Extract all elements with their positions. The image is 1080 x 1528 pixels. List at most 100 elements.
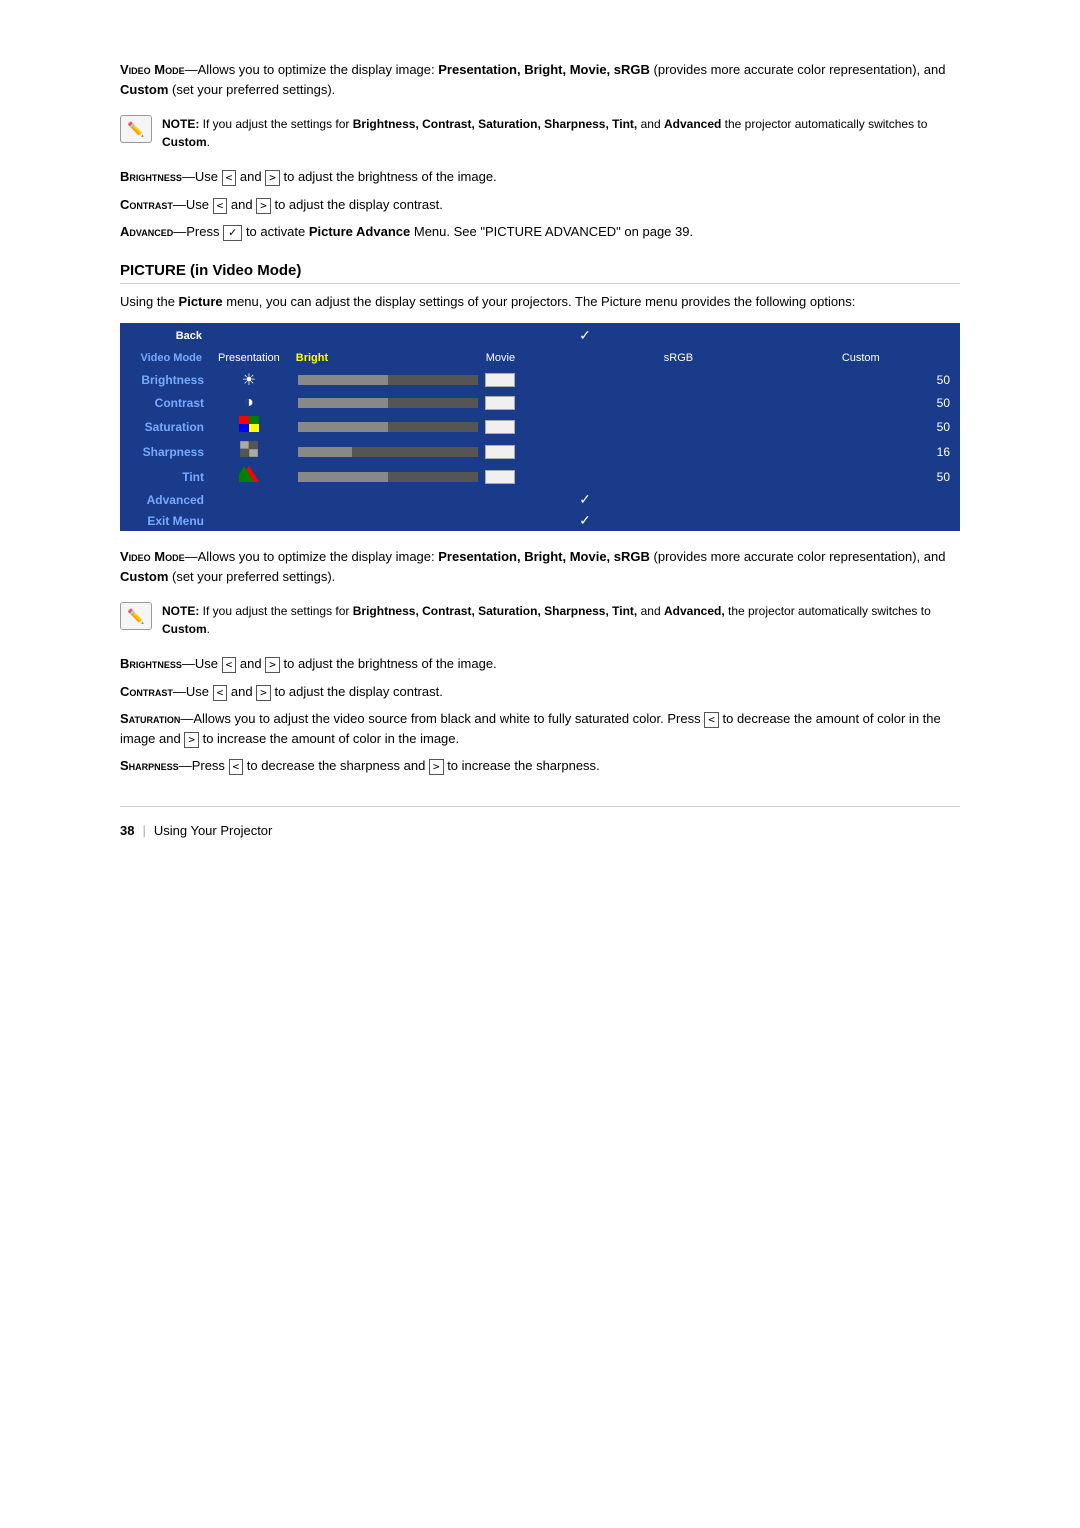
col-movie: Movie bbox=[478, 348, 656, 368]
sharpness-para: Sharpness—Press < to decrease the sharpn… bbox=[120, 756, 960, 776]
brightness-value-box bbox=[485, 373, 515, 387]
saturation-label: Saturation bbox=[120, 711, 180, 726]
left-arrow-1: < bbox=[222, 170, 237, 186]
brightness-row-label: Brightness bbox=[120, 368, 210, 392]
saturation-value: 50 bbox=[834, 414, 960, 439]
sharpness-value: 16 bbox=[834, 439, 960, 464]
brightness-para-1: Brightness—Use < and > to adjust the bri… bbox=[120, 167, 960, 187]
page-number: 38 bbox=[120, 823, 134, 838]
tint-row: Tint 50 bbox=[120, 464, 960, 489]
video-mode-para-2: Video Mode—Allows you to optimize the di… bbox=[120, 547, 960, 586]
right-arrow-sharpness: > bbox=[429, 759, 444, 775]
contrast-value: 50 bbox=[834, 392, 960, 414]
sharpness-fill bbox=[298, 447, 352, 457]
exit-menu-label: Exit Menu bbox=[120, 510, 210, 531]
brightness-label-2: Brightness bbox=[120, 656, 182, 671]
right-arrow-contrast-1: > bbox=[256, 198, 271, 214]
sharpness-row-label: Sharpness bbox=[120, 439, 210, 464]
saturation-value-box bbox=[485, 420, 515, 434]
exit-menu-row: Exit Menu ✓ bbox=[120, 510, 960, 531]
video-mode-header: Video Mode bbox=[120, 348, 210, 368]
contrast-para-1: Contrast—Use < and > to adjust the displ… bbox=[120, 195, 960, 215]
right-arrow-saturation: > bbox=[184, 732, 199, 748]
note-icon-2: ✏️ bbox=[120, 602, 152, 630]
left-arrow-brightness-2: < bbox=[222, 657, 237, 673]
left-arrow-saturation: < bbox=[704, 712, 719, 728]
advanced-para-1: Advanced—Press ✓ to activate Picture Adv… bbox=[120, 222, 960, 242]
saturation-row-label: Saturation bbox=[120, 414, 210, 439]
footer: 38 | Using Your Projector bbox=[120, 806, 960, 838]
left-arrow-sharpness: < bbox=[229, 759, 244, 775]
saturation-slider-cell bbox=[288, 414, 834, 439]
page-content: Video Mode—Allows you to optimize the di… bbox=[120, 60, 960, 838]
right-arrow-1: > bbox=[265, 170, 280, 186]
contrast-slider-cell bbox=[288, 392, 834, 414]
saturation-para: Saturation—Allows you to adjust the vide… bbox=[120, 709, 960, 748]
col-srgb: sRGB bbox=[656, 348, 834, 368]
page-label: Using Your Projector bbox=[154, 823, 273, 838]
contrast-para-2: Contrast—Use < and > to adjust the displ… bbox=[120, 682, 960, 702]
brightness-row: Brightness ☀ 50 bbox=[120, 368, 960, 392]
advanced-row-label: Advanced bbox=[120, 489, 210, 510]
tint-row-label: Tint bbox=[120, 464, 210, 489]
sharpness-slider bbox=[298, 447, 478, 457]
contrast-icon: ◑ bbox=[210, 392, 288, 414]
contrast-fill bbox=[298, 398, 388, 408]
advanced-checkmark: ✓ bbox=[210, 489, 960, 510]
advanced-label-1: Advanced bbox=[120, 224, 173, 239]
tint-slider-cell bbox=[288, 464, 834, 489]
brightness-slider bbox=[298, 375, 478, 385]
sharpness-row: Sharpness 16 bbox=[120, 439, 960, 464]
video-mode-label-2: Video Mode bbox=[120, 549, 185, 564]
saturation-slider bbox=[298, 422, 478, 432]
menu-table: Back ✓ Video Mode Presentation Bright Mo… bbox=[120, 323, 960, 531]
sharpness-icon bbox=[210, 439, 288, 464]
contrast-slider bbox=[298, 398, 478, 408]
video-mode-label-1: Video Mode bbox=[120, 62, 185, 77]
contrast-value-box bbox=[485, 396, 515, 410]
left-arrow-contrast-1: < bbox=[213, 198, 228, 214]
note-box-1: ✏️ NOTE: If you adjust the settings for … bbox=[120, 109, 960, 157]
saturation-fill bbox=[298, 422, 388, 432]
menu-back-row: Back ✓ bbox=[120, 323, 960, 348]
tint-icon bbox=[210, 464, 288, 489]
col-bright: Bright bbox=[288, 348, 478, 368]
col-presentation: Presentation bbox=[210, 348, 288, 368]
brightness-fill bbox=[298, 375, 388, 385]
brightness-icon: ☀ bbox=[210, 368, 288, 392]
brightness-value: 50 bbox=[834, 368, 960, 392]
contrast-row-label: Contrast bbox=[120, 392, 210, 414]
menu-header-row: Video Mode Presentation Bright Movie sRG… bbox=[120, 348, 960, 368]
note-text-1: NOTE: If you adjust the settings for Bri… bbox=[162, 115, 960, 151]
sharpness-slider-cell bbox=[288, 439, 834, 464]
brightness-label-1: Brightness bbox=[120, 169, 182, 184]
col-custom: Custom bbox=[834, 348, 960, 368]
left-arrow-contrast-2: < bbox=[213, 685, 228, 701]
sharpness-label: Sharpness bbox=[120, 758, 179, 773]
contrast-label-1: Contrast bbox=[120, 197, 173, 212]
right-arrow-contrast-2: > bbox=[256, 685, 271, 701]
section-title: PICTURE (in Video Mode) bbox=[120, 262, 960, 284]
tint-slider bbox=[298, 472, 478, 482]
back-checkmark: ✓ bbox=[210, 323, 960, 348]
contrast-label-2: Contrast bbox=[120, 684, 173, 699]
note-box-2: ✏️ NOTE: If you adjust the settings for … bbox=[120, 596, 960, 644]
right-arrow-brightness-2: > bbox=[265, 657, 280, 673]
brightness-para-2: Brightness—Use < and > to adjust the bri… bbox=[120, 654, 960, 674]
back-label: Back bbox=[120, 323, 210, 348]
video-mode-para-1: Video Mode—Allows you to optimize the di… bbox=[120, 60, 960, 99]
footer-divider: | bbox=[142, 823, 145, 838]
tint-value-box bbox=[485, 470, 515, 484]
tint-fill bbox=[298, 472, 388, 482]
advanced-icon: ✓ bbox=[223, 225, 242, 241]
advanced-row: Advanced ✓ bbox=[120, 489, 960, 510]
exit-menu-checkmark: ✓ bbox=[210, 510, 960, 531]
section2-intro: Using the Picture menu, you can adjust t… bbox=[120, 292, 960, 312]
saturation-row: Saturation 50 bbox=[120, 414, 960, 439]
tint-value: 50 bbox=[834, 464, 960, 489]
sharpness-value-box bbox=[485, 445, 515, 459]
note-text-2: NOTE: If you adjust the settings for Bri… bbox=[162, 602, 960, 638]
contrast-row: Contrast ◑ 50 bbox=[120, 392, 960, 414]
brightness-slider-cell bbox=[288, 368, 834, 392]
saturation-icon bbox=[210, 414, 288, 439]
